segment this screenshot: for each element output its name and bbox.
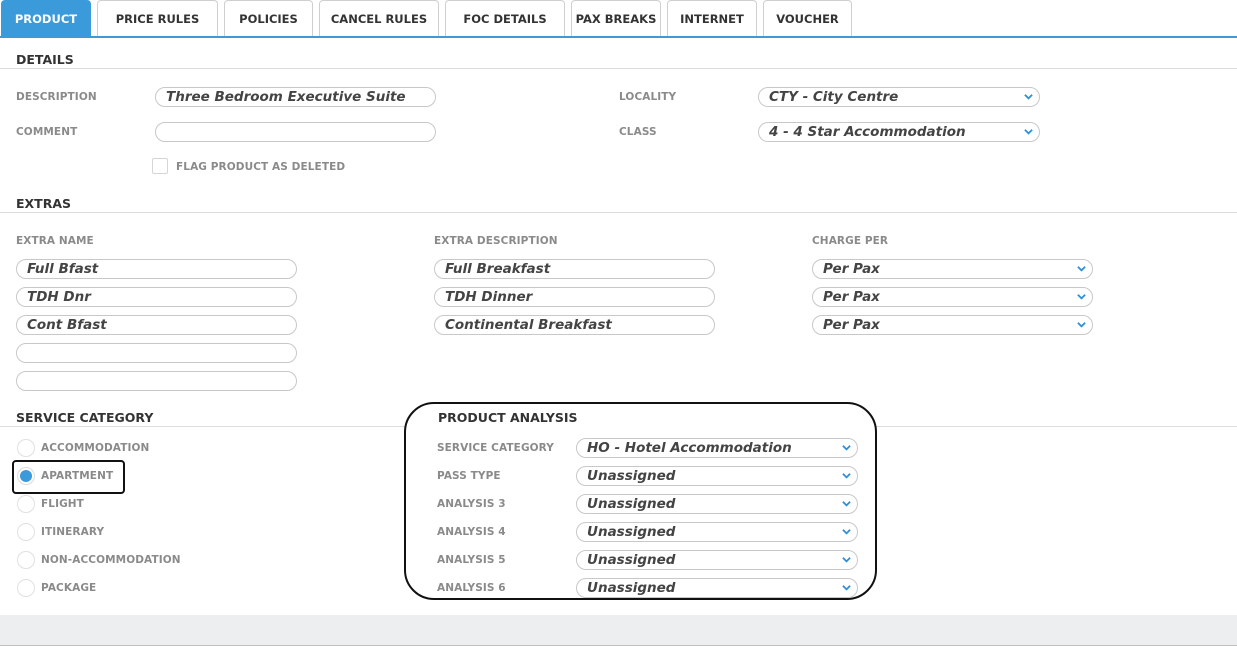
chevron-down-icon [842, 445, 851, 451]
tab-pax-breaks[interactable]: PAX BREAKS [571, 0, 661, 36]
chevron-down-icon [1024, 129, 1033, 135]
charge-per-select[interactable]: Per Pax [812, 287, 1093, 307]
chevron-down-icon [1077, 322, 1086, 328]
analysis-5-select[interactable]: Unassigned [576, 550, 858, 570]
tab-bar: PRODUCT PRICE RULES POLICIES CANCEL RULE… [0, 0, 1237, 38]
extra-name-input[interactable]: TDH Dnr [16, 287, 297, 307]
extra-description-input[interactable]: TDH Dinner [434, 287, 715, 307]
details-title: DETAILS [16, 52, 74, 67]
tab-internet[interactable]: INTERNET [667, 0, 757, 36]
extras-divider [0, 212, 1237, 213]
extra-name-input[interactable]: Full Bfast [16, 259, 297, 279]
radio-non-accommodation[interactable] [17, 551, 35, 569]
radio-itinerary-label: ITINERARY [41, 526, 105, 538]
chevron-down-icon [842, 529, 851, 535]
charge-per-value: Per Pax [823, 289, 880, 305]
tab-underline [0, 36, 1237, 38]
charge-per-header: CHARGE PER [812, 235, 889, 247]
radio-itinerary[interactable] [17, 523, 35, 541]
chevron-down-icon [842, 557, 851, 563]
analysis-6-value: Unassigned [587, 580, 676, 596]
analysis-4-value: Unassigned [587, 524, 676, 540]
extra-description-input[interactable]: Full Breakfast [434, 259, 715, 279]
extra-name-input[interactable]: Cont Bfast [16, 315, 297, 335]
analysis-service-category-select[interactable]: HO - Hotel Accommodation [576, 438, 858, 458]
tab-price-rules[interactable]: PRICE RULES [97, 0, 218, 36]
extras-title: EXTRAS [16, 196, 72, 211]
locality-label: LOCALITY [619, 91, 677, 103]
extra-description-header: EXTRA DESCRIPTION [434, 235, 558, 247]
flag-deleted-checkbox[interactable] [152, 158, 168, 174]
service-category-title: SERVICE CATEGORY [16, 410, 154, 425]
pass-type-label: PASS TYPE [437, 470, 501, 482]
description-input[interactable]: Three Bedroom Executive Suite [155, 87, 436, 107]
analysis-3-label: ANALYSIS 3 [437, 498, 506, 510]
chevron-down-icon [842, 473, 851, 479]
analysis-3-select[interactable]: Unassigned [576, 494, 858, 514]
chevron-down-icon [842, 585, 851, 591]
analysis-4-select[interactable]: Unassigned [576, 522, 858, 542]
radio-package[interactable] [17, 579, 35, 597]
chevron-down-icon [842, 501, 851, 507]
details-divider [0, 68, 1237, 69]
analysis-5-label: ANALYSIS 5 [437, 554, 506, 566]
class-value: 4 - 4 Star Accommodation [769, 124, 966, 140]
flag-deleted-label: FLAG PRODUCT AS DELETED [176, 161, 346, 173]
class-label: CLASS [619, 126, 657, 138]
analysis-service-category-label: SERVICE CATEGORY [437, 442, 554, 454]
footer-bar [0, 615, 1237, 646]
extra-description-input[interactable]: Continental Breakfast [434, 315, 715, 335]
radio-non-accommodation-label: NON-ACCOMMODATION [41, 554, 181, 566]
description-label: DESCRIPTION [16, 91, 97, 103]
extra-name-input[interactable] [16, 371, 297, 391]
tab-product[interactable]: PRODUCT [1, 0, 91, 36]
locality-value: CTY - City Centre [769, 89, 899, 105]
charge-per-select[interactable]: Per Pax [812, 259, 1093, 279]
analysis-6-label: ANALYSIS 6 [437, 582, 506, 594]
comment-label: COMMENT [16, 126, 78, 138]
tab-voucher[interactable]: VOUCHER [763, 0, 852, 36]
charge-per-select[interactable]: Per Pax [812, 315, 1093, 335]
analysis-6-select[interactable]: Unassigned [576, 578, 858, 598]
extra-name-header: EXTRA NAME [16, 235, 94, 247]
charge-per-value: Per Pax [823, 261, 880, 277]
chevron-down-icon [1024, 94, 1033, 100]
chevron-down-icon [1077, 266, 1086, 272]
analysis-service-category-value: HO - Hotel Accommodation [587, 440, 792, 456]
tab-policies[interactable]: POLICIES [224, 0, 313, 36]
analysis-3-value: Unassigned [587, 496, 676, 512]
analysis-5-value: Unassigned [587, 552, 676, 568]
radio-flight-label: FLIGHT [41, 498, 84, 510]
radio-flight[interactable] [17, 495, 35, 513]
radio-package-label: PACKAGE [41, 582, 97, 594]
tab-cancel-rules[interactable]: CANCEL RULES [319, 0, 439, 36]
extra-name-input[interactable] [16, 343, 297, 363]
analysis-4-label: ANALYSIS 4 [437, 526, 506, 538]
radio-accommodation-label: ACCOMMODATION [41, 442, 150, 454]
chevron-down-icon [1077, 294, 1086, 300]
pass-type-value: Unassigned [587, 468, 676, 484]
class-select[interactable]: 4 - 4 Star Accommodation [758, 122, 1040, 142]
locality-select[interactable]: CTY - City Centre [758, 87, 1040, 107]
comment-input[interactable] [155, 122, 436, 142]
apartment-highlight [12, 460, 125, 494]
pass-type-select[interactable]: Unassigned [576, 466, 858, 486]
tab-foc-details[interactable]: FOC DETAILS [445, 0, 565, 36]
radio-accommodation[interactable] [17, 439, 35, 457]
charge-per-value: Per Pax [823, 317, 880, 333]
product-analysis-title: PRODUCT ANALYSIS [438, 410, 578, 425]
